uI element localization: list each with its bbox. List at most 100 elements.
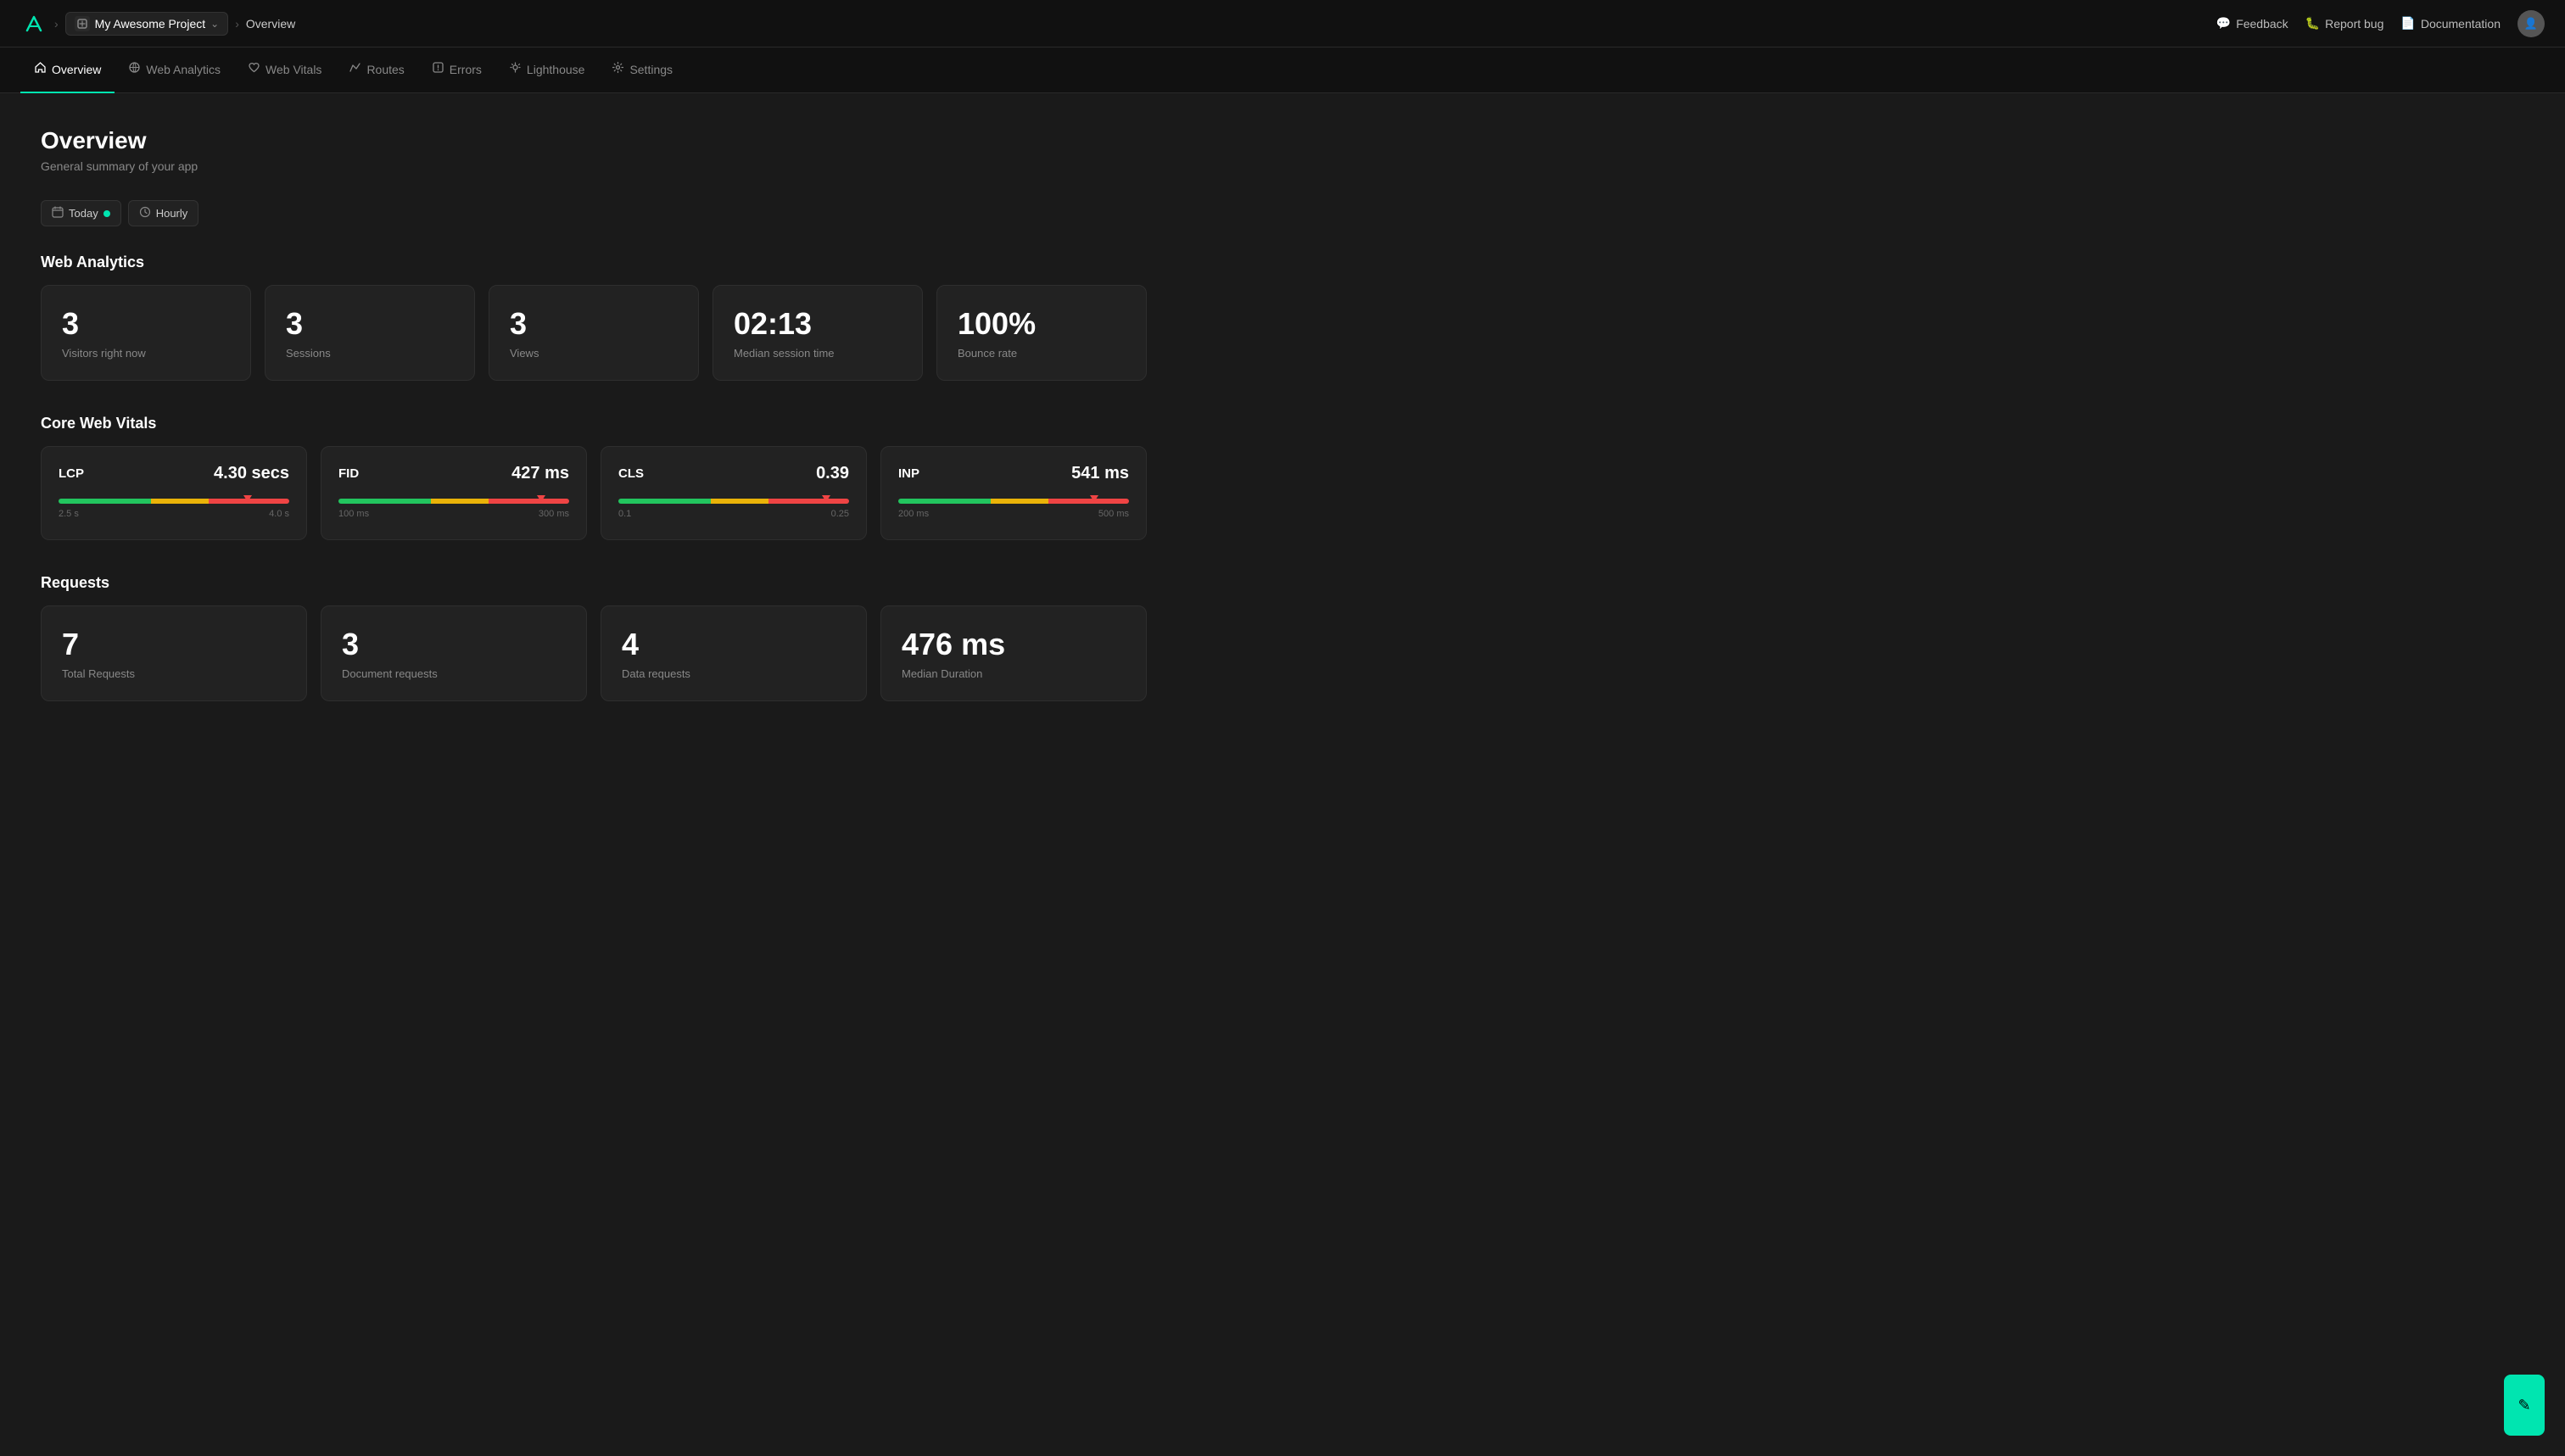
project-icon [75,16,90,31]
report-bug-button[interactable]: 🐛 Report bug [2305,16,2384,31]
period-filter-button[interactable]: Hourly [128,200,199,226]
median-duration-value: 476 ms [902,627,1126,662]
breadcrumb-current: Overview [246,17,295,31]
cls-label-1: 0.1 [618,509,631,519]
tab-overview[interactable]: Overview [20,47,115,93]
home-icon [34,61,47,78]
lcp-label-1: 2.5 s [59,509,79,519]
fid-marker [537,495,545,502]
project-selector[interactable]: My Awesome Project ⌄ [65,12,229,36]
fid-header: FID 427 ms [338,464,569,483]
visitors-value: 3 [62,306,230,342]
feedback-button[interactable]: 💬 Feedback [2216,16,2288,31]
vitals-cards: LCP 4.30 secs 2.5 s 4.0 s FID 427 ms [41,446,1147,540]
filter-bar: Today Hourly [41,200,1147,226]
inp-marker [1090,495,1098,502]
bounce-rate-value: 100% [958,306,1126,342]
nav-left: › My Awesome Project ⌄ › Overview [20,10,295,37]
fid-marker-triangle [537,495,545,502]
nav-right: 💬 Feedback 🐛 Report bug 📄 Documentation … [2216,10,2545,37]
median-session-card: 02:13 Median session time [712,285,923,381]
visitors-card: 3 Visitors right now [41,285,251,381]
avatar[interactable]: 👤 [2518,10,2545,37]
core-web-vitals-title: Core Web Vitals [41,415,1147,432]
sessions-label: Sessions [286,347,454,360]
sessions-card: 3 Sessions [265,285,475,381]
lcp-gauge-labels: 2.5 s 4.0 s [59,509,289,519]
cls-gauge: 0.1 0.25 [618,499,849,519]
fid-gauge-track [338,499,569,504]
heart-icon [248,61,260,78]
breadcrumb-sep-icon: › [235,17,239,31]
cls-marker-triangle [822,495,830,502]
cls-card: CLS 0.39 0.1 0.25 [601,446,867,540]
clock-icon [139,206,151,220]
lcp-label-2: 4.0 s [269,509,289,519]
web-analytics-cards: 3 Visitors right now 3 Sessions 3 Views … [41,285,1147,381]
bounce-rate-card: 100% Bounce rate [936,285,1147,381]
doc-icon: 📄 [2400,16,2415,31]
cls-gauge-track [618,499,849,504]
page-title: Overview [41,127,1147,154]
lcp-header: LCP 4.30 secs [59,464,289,483]
lcp-gauge: 2.5 s 4.0 s [59,499,289,519]
documentation-button[interactable]: 📄 Documentation [2400,16,2501,31]
gear-icon [612,61,624,78]
cls-gauge-labels: 0.1 0.25 [618,509,849,519]
logo-icon[interactable] [20,10,48,37]
fid-score: 427 ms [511,464,569,483]
median-duration-label: Median Duration [902,667,1126,680]
inp-score: 541 ms [1071,464,1129,483]
doc-requests-value: 3 [342,627,566,662]
tab-settings[interactable]: Settings [598,47,686,93]
tabs-nav: Overview Web Analytics Web Vitals Routes [0,47,2565,93]
inp-marker-triangle [1090,495,1098,502]
requests-cards: 7 Total Requests 3 Document requests 4 D… [41,605,1147,701]
lcp-marker [243,495,252,502]
date-filter-button[interactable]: Today [41,200,121,226]
median-session-value: 02:13 [734,306,902,342]
total-requests-label: Total Requests [62,667,286,680]
avatar-initials: 👤 [2524,17,2538,31]
inp-label-1: 200 ms [898,509,929,519]
calendar-icon [52,206,64,220]
cls-name: CLS [618,466,644,481]
median-session-label: Median session time [734,347,902,360]
cls-header: CLS 0.39 [618,464,849,483]
lighthouse-icon [509,61,522,78]
tab-lighthouse[interactable]: Lighthouse [495,47,599,93]
inp-label-2: 500 ms [1098,509,1129,519]
inp-gauge-labels: 200 ms 500 ms [898,509,1129,519]
tab-routes[interactable]: Routes [335,47,417,93]
lcp-gauge-track [59,499,289,504]
lcp-score: 4.30 secs [214,464,289,483]
tab-web-analytics[interactable]: Web Analytics [115,47,234,93]
cls-marker [822,495,830,502]
views-card: 3 Views [489,285,699,381]
active-dot [103,210,110,217]
data-requests-label: Data requests [622,667,846,680]
lcp-name: LCP [59,466,84,481]
median-duration-card: 476 ms Median Duration [880,605,1147,701]
fid-name: FID [338,466,359,481]
bounce-rate-label: Bounce rate [958,347,1126,360]
data-requests-value: 4 [622,627,846,662]
inp-card: INP 541 ms 200 ms 500 ms [880,446,1147,540]
main-content: Overview General summary of your app Tod… [0,93,1188,769]
message-icon: 💬 [2216,16,2231,31]
fab-button[interactable]: ✎ [2504,1375,2545,1436]
routes-icon [349,61,361,78]
fab-icon: ✎ [2518,1397,2530,1414]
fid-label-2: 300 ms [539,509,569,519]
total-requests-value: 7 [62,627,286,662]
inp-header: INP 541 ms [898,464,1129,483]
requests-title: Requests [41,574,1147,592]
errors-icon [432,61,444,78]
tab-errors[interactable]: Errors [418,47,495,93]
total-requests-card: 7 Total Requests [41,605,307,701]
fid-gauge: 100 ms 300 ms [338,499,569,519]
tab-web-vitals[interactable]: Web Vitals [234,47,335,93]
fid-card: FID 427 ms 100 ms 300 ms [321,446,587,540]
cls-score: 0.39 [816,464,849,483]
sessions-value: 3 [286,306,454,342]
